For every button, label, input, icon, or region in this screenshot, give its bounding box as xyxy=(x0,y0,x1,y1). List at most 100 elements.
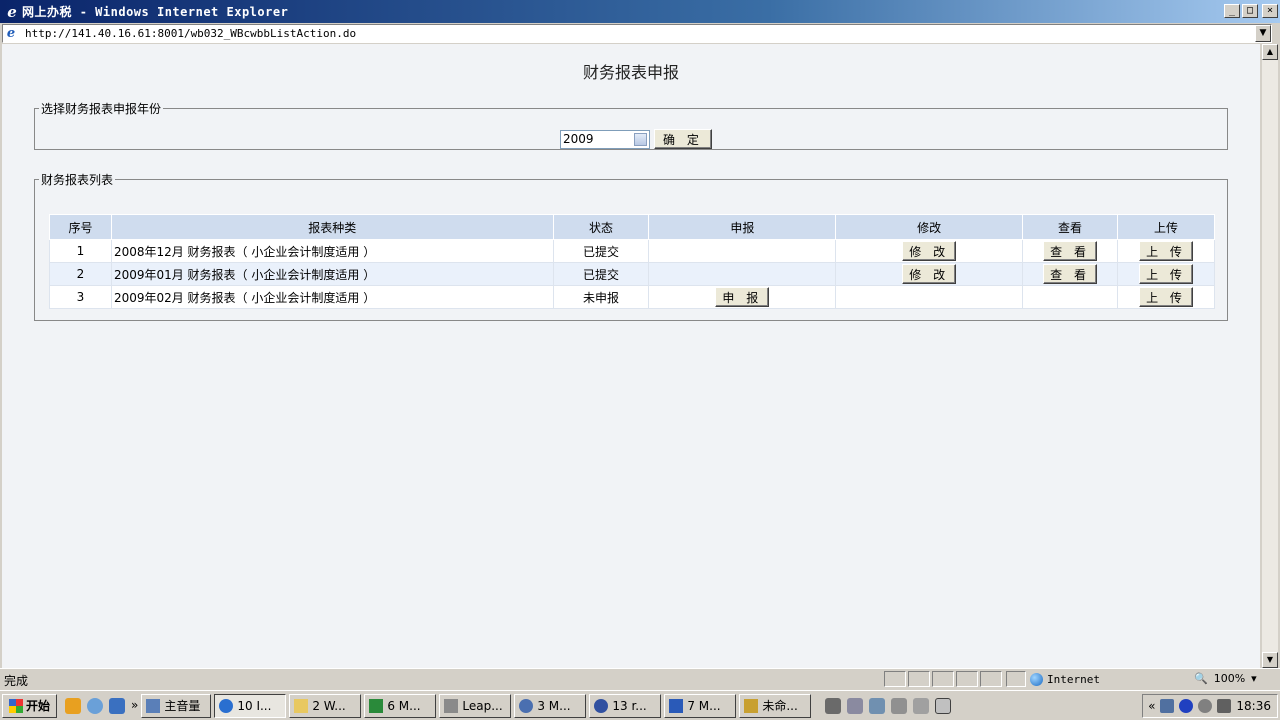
row-view-cell: 查 看 xyxy=(1022,239,1118,263)
page-icon: e xyxy=(6,26,16,41)
protected-mode-icon[interactable] xyxy=(1006,671,1026,687)
row-upload-cell: 上 传 xyxy=(1117,262,1215,286)
task-button[interactable]: 13 r... xyxy=(589,693,662,718)
table-header-row: 序号 报表种类 状态 申报 修改 查看 上传 xyxy=(49,214,1215,240)
media-player-icon[interactable] xyxy=(87,697,104,714)
page-title: 财务报表申报 xyxy=(582,63,679,82)
upload-button[interactable]: 上 传 xyxy=(1139,241,1193,261)
col-header-modify: 修改 xyxy=(835,214,1024,240)
year-input[interactable]: 2009 xyxy=(560,129,650,149)
table-row: 3 2009年02月 财务报表（ 小企业会计制度适用 ） 未申报 申 报 上 传 xyxy=(49,285,1215,309)
row-modify-cell: 修 改 xyxy=(835,262,1024,286)
maximize-button[interactable]: □ xyxy=(1242,4,1258,18)
row-modify-cell xyxy=(835,285,1024,309)
start-label: 开始 xyxy=(26,699,51,713)
quick-launch: » xyxy=(65,697,138,714)
ie-task-icon xyxy=(219,698,234,713)
status-panel xyxy=(956,671,978,687)
window-title-bar[interactable]: e 网上办税 - Windows Internet Explorer _ □ × xyxy=(0,0,1280,23)
view-button[interactable]: 查 看 xyxy=(1043,264,1097,284)
zoom-control[interactable]: 🔍 100% ▾ xyxy=(1194,672,1257,685)
address-field[interactable]: e http://141.40.16.61:8001/wb032_WBcwbbL… xyxy=(2,24,1272,43)
task-button[interactable]: 主音量 xyxy=(141,693,212,718)
taskbar: 开始 » 主音量 10 I... 2 W... 6 M... Leap... 3… xyxy=(0,690,1280,720)
row-report-type: 2008年12月 财务报表（ 小企业会计制度适用 ） xyxy=(110,239,554,263)
network-icon[interactable] xyxy=(1160,699,1175,713)
tray-collapse-icon[interactable]: « xyxy=(1148,699,1155,713)
status-text: 完成 xyxy=(4,674,29,688)
task-button[interactable]: 6 M... xyxy=(364,693,437,718)
window-controls: _ □ × xyxy=(1224,4,1278,18)
scroll-down-button[interactable]: ▼ xyxy=(1262,652,1278,668)
task-button[interactable]: 10 I... xyxy=(214,693,287,718)
quicklaunch-overflow-icon[interactable]: » xyxy=(131,698,138,714)
taskbar-toolbar xyxy=(825,697,952,714)
page-content: 财务报表申报 选择财务报表申报年份 2009 确 定 财务报表列表 序号 报表种… xyxy=(2,44,1260,668)
close-button[interactable]: × xyxy=(1262,4,1278,18)
clock[interactable]: 18:36 xyxy=(1236,699,1271,713)
start-button[interactable]: 开始 xyxy=(2,693,58,718)
task-button[interactable]: 2 W... xyxy=(289,693,362,718)
year-row: 2009 确 定 xyxy=(560,129,712,149)
row-report-type: 2009年01月 财务报表（ 小企业会计制度适用 ） xyxy=(110,262,554,286)
globe-icon xyxy=(1030,672,1043,686)
year-select-section: 选择财务报表申报年份 2009 确 定 xyxy=(34,100,1228,150)
address-bar: e http://141.40.16.61:8001/wb032_WBcwbbL… xyxy=(0,23,1280,44)
col-header-view: 查看 xyxy=(1022,214,1118,240)
col-header-no: 序号 xyxy=(49,214,112,240)
col-header-type: 报表种类 xyxy=(110,214,554,240)
zoom-icon: 🔍 xyxy=(1194,672,1208,685)
tray-display-icon[interactable] xyxy=(1217,699,1232,713)
modify-button[interactable]: 修 改 xyxy=(902,264,957,284)
row-no: 1 xyxy=(49,239,112,263)
task-button[interactable]: 未命... xyxy=(739,693,812,718)
minimize-button[interactable]: _ xyxy=(1224,4,1240,18)
volume-app-icon xyxy=(146,698,161,713)
browser-task-icon xyxy=(519,698,534,713)
view-button[interactable]: 查 看 xyxy=(1043,241,1097,261)
row-upload-cell: 上 传 xyxy=(1117,239,1215,263)
upload-button[interactable]: 上 传 xyxy=(1139,287,1193,307)
ie-icon: e xyxy=(7,2,17,21)
pen-icon[interactable] xyxy=(847,697,864,714)
vertical-scrollbar[interactable]: ▲ ▼ xyxy=(1262,44,1278,668)
row-no: 3 xyxy=(49,285,112,309)
system-tray: « 18:36 xyxy=(1142,694,1278,718)
row-view-cell: 查 看 xyxy=(1022,262,1118,286)
chart-tool-icon[interactable] xyxy=(869,697,886,714)
security-zone[interactable]: Internet xyxy=(1030,671,1100,687)
confirm-button[interactable]: 确 定 xyxy=(654,129,712,149)
row-report-type: 2009年02月 财务报表（ 小企业会计制度适用 ） xyxy=(110,285,554,309)
row-status: 未申报 xyxy=(552,285,650,309)
task-button[interactable]: 3 M... xyxy=(514,693,587,718)
folder-icon xyxy=(294,698,309,713)
quicklaunch-app-icon[interactable] xyxy=(65,697,82,714)
modify-button[interactable]: 修 改 xyxy=(902,241,957,261)
row-declare-cell xyxy=(648,262,837,286)
calendar-icon[interactable] xyxy=(634,132,647,146)
task-button[interactable]: 7 M... xyxy=(664,693,737,718)
year-section-legend: 选择财务报表申报年份 xyxy=(41,102,162,116)
tool-icon[interactable] xyxy=(825,697,842,714)
app-task-icon xyxy=(594,698,609,713)
window-title: 网上办税 - Windows Internet Explorer xyxy=(22,5,289,19)
col-header-declare: 申报 xyxy=(648,214,837,240)
monitor-icon[interactable] xyxy=(913,697,930,714)
tray-status-icon[interactable] xyxy=(1198,699,1213,713)
leap-app-icon xyxy=(444,698,459,713)
row-upload-cell: 上 传 xyxy=(1117,285,1215,309)
declare-button[interactable]: 申 报 xyxy=(715,287,770,307)
desktop-icon[interactable] xyxy=(109,697,126,714)
windows-flag-icon xyxy=(9,698,23,713)
address-url[interactable]: http://141.40.16.61:8001/wb032_WBcwbbLis… xyxy=(25,27,356,40)
address-dropdown-button[interactable]: ▼ xyxy=(1255,25,1271,42)
upload-button[interactable]: 上 传 xyxy=(1139,264,1193,284)
help-icon[interactable] xyxy=(935,697,952,714)
scroll-up-button[interactable]: ▲ xyxy=(1262,44,1278,60)
task-button[interactable]: Leap... xyxy=(439,693,512,718)
edit-icon[interactable] xyxy=(891,697,908,714)
tray-app-icon[interactable] xyxy=(1179,699,1194,713)
list-section-legend: 财务报表列表 xyxy=(41,173,114,187)
row-declare-cell: 申 报 xyxy=(648,285,837,309)
zoom-level: 100% xyxy=(1213,672,1246,685)
